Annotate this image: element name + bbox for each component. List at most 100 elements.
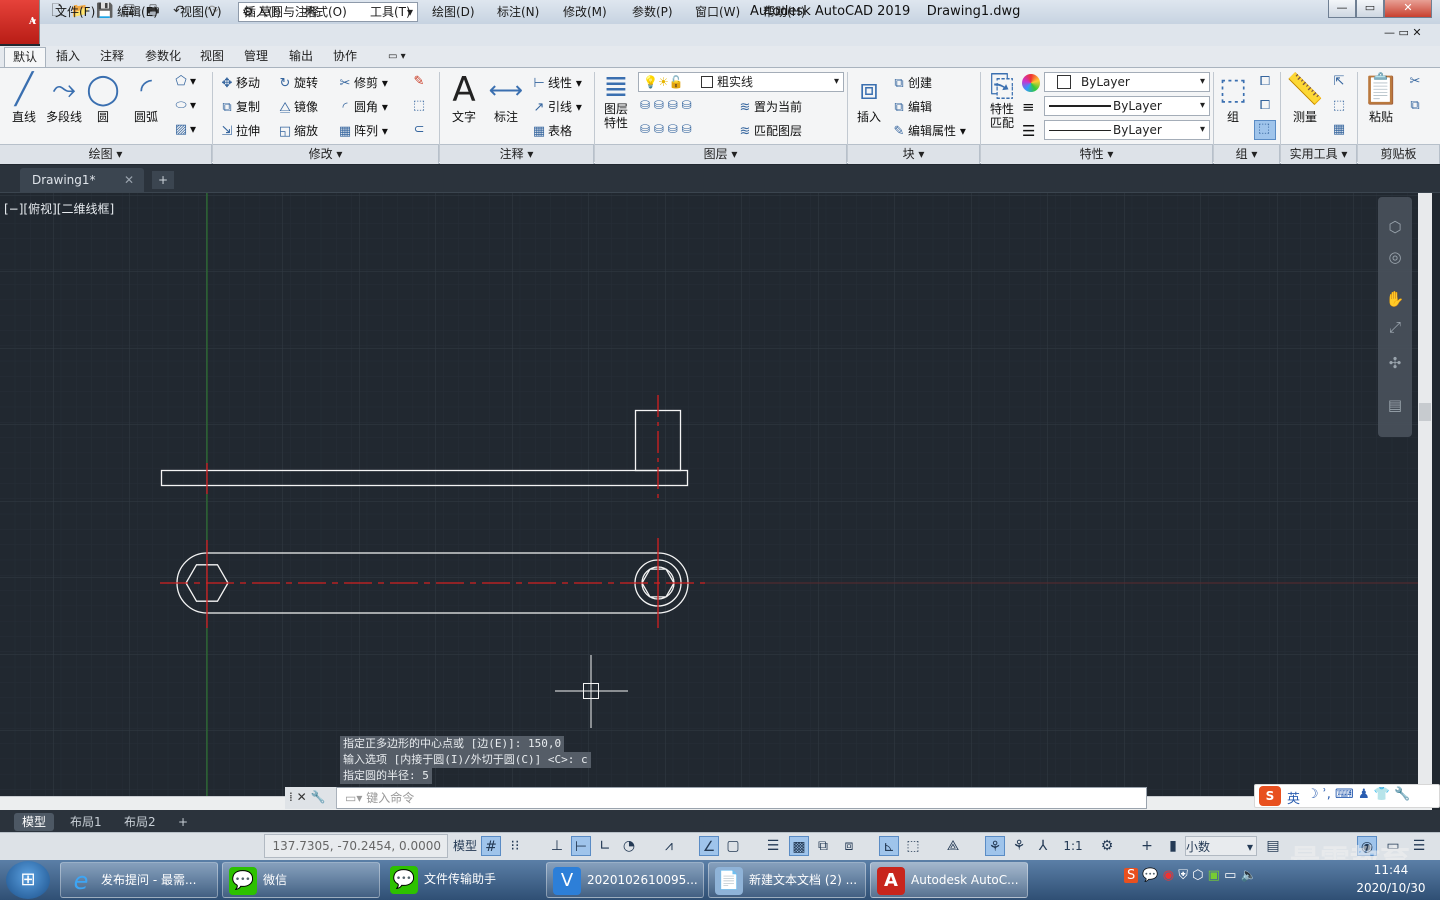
table-button[interactable]: ▦ 表格 xyxy=(530,122,572,139)
shield-icon[interactable]: ⛨ xyxy=(1178,868,1188,883)
menu-dimension[interactable]: 标注(N) xyxy=(497,3,539,20)
tab-view[interactable]: 视图 xyxy=(192,47,232,67)
orbit-icon[interactable]: ✣ xyxy=(1384,352,1406,374)
package-icon[interactable]: ⬡ xyxy=(1192,868,1203,883)
group-edit-tool[interactable]: ⧠ xyxy=(1256,98,1274,113)
units-select[interactable]: 小数 ▾ xyxy=(1185,836,1257,856)
ortho-toggle[interactable]: ∟ xyxy=(595,836,615,856)
selection-filter-toggle[interactable]: ⬚ xyxy=(903,836,923,856)
quick-properties-icon[interactable]: ▤ xyxy=(1263,836,1283,856)
calculator-tool[interactable]: ▦ xyxy=(1330,122,1348,137)
menu-view[interactable]: 视图(V) xyxy=(180,3,222,20)
copy-clip-tool[interactable]: ⧉ xyxy=(1406,98,1424,113)
panel-properties[interactable]: 特性 ▾ xyxy=(981,144,1213,164)
offset-tool[interactable]: ⊂ xyxy=(410,122,428,137)
line-button[interactable]: ╱ 直线 xyxy=(6,72,42,125)
layer-tools-row2[interactable]: ⛁ ⛁ ⛁ ⛁ xyxy=(640,122,692,136)
vertical-scroll-thumb[interactable] xyxy=(1419,403,1431,421)
text-button[interactable]: A 文字 xyxy=(446,72,482,125)
tab-parametric[interactable]: 参数化 xyxy=(137,47,189,67)
panel-clipboard[interactable]: 剪贴板 xyxy=(1358,144,1440,164)
rotate-button[interactable]: ↻ 旋转 xyxy=(276,74,318,91)
panel-annotation[interactable]: 注释 ▾ xyxy=(440,144,594,164)
taskbar-item-wechat[interactable]: 💬 微信 xyxy=(222,862,380,898)
network-icon[interactable]: ▭ xyxy=(1224,868,1236,883)
menu-edit[interactable]: 编辑(E) xyxy=(117,3,158,20)
dimension-button[interactable]: ⟷ 标注 xyxy=(486,72,526,125)
quick-select-tool[interactable]: ⇱ xyxy=(1330,74,1348,89)
tab-annotate[interactable]: 注释 xyxy=(92,47,132,67)
annotation-monitor-icon[interactable]: + xyxy=(1137,836,1157,856)
gizmo-toggle[interactable]: ⟁ xyxy=(943,836,963,856)
system-clock[interactable]: 11:44 2020/10/30 xyxy=(1346,861,1436,897)
menu-insert[interactable]: 插入(I) xyxy=(244,3,281,20)
grid-toggle[interactable]: # xyxy=(481,836,501,856)
object-snap-toggle[interactable]: ▢ xyxy=(723,836,743,856)
stretch-button[interactable]: ⇲ 拉伸 xyxy=(218,122,260,139)
tab-collaborate[interactable]: 协作 xyxy=(325,47,365,67)
add-layout-button[interactable]: + xyxy=(170,813,196,831)
polyline-button[interactable]: ⤳ 多段线 xyxy=(44,72,84,125)
selection-cycling-toggle[interactable]: ⧉ xyxy=(813,836,833,856)
panel-draw[interactable]: 绘图 ▾ xyxy=(0,144,212,164)
edit-block-button[interactable]: ⧉ 编辑 xyxy=(890,98,932,115)
ime-toolbar[interactable]: S 英 ☽ ʾ, ⌨ ♟ 👕 🔧 xyxy=(1254,784,1440,808)
transparency-toggle[interactable]: ▩ xyxy=(789,836,809,856)
tab-insert[interactable]: 插入 xyxy=(48,47,88,67)
volume-icon[interactable]: 🔈 xyxy=(1241,868,1257,883)
cut-tool[interactable]: ✂ xyxy=(1406,74,1424,89)
menu-tools[interactable]: 工具(T) xyxy=(370,3,411,20)
leader-button[interactable]: ↗ 引线 ▾ xyxy=(530,98,582,115)
layer-tools-row1[interactable]: ⛁ ⛁ ⛁ ⛁ xyxy=(640,98,692,112)
drawing-canvas[interactable] xyxy=(0,193,1420,796)
hatch-tool[interactable]: ▨ ▾ xyxy=(172,122,196,137)
tab-model[interactable]: 模型 xyxy=(14,813,55,831)
ungroup-tool[interactable]: ⧠ xyxy=(1256,74,1274,89)
customize-icon[interactable]: ☰ xyxy=(1409,836,1429,856)
close-button[interactable]: ✕ xyxy=(1384,0,1432,18)
steering-wheel-icon[interactable]: ◎ xyxy=(1384,246,1406,268)
infer-constraints-toggle[interactable]: ⊥ xyxy=(547,836,567,856)
polar-toggle[interactable]: ◔ xyxy=(619,836,639,856)
explode-tool[interactable]: ⬚ xyxy=(410,98,428,113)
menu-draw[interactable]: 绘图(D) xyxy=(432,3,475,20)
command-line-tools[interactable]: ⁞ ✕ 🔧 xyxy=(285,787,337,809)
annotation-visibility-toggle[interactable]: ⚘ xyxy=(985,836,1005,856)
polygon-tool[interactable]: ⬠ ▾ xyxy=(172,74,196,89)
3d-osnap-toggle[interactable]: ⧈ xyxy=(839,836,859,856)
zoom-icon[interactable]: ⤢ xyxy=(1384,316,1406,338)
minimize-button[interactable]: — xyxy=(1328,0,1356,18)
color-wheel-icon[interactable] xyxy=(1022,74,1040,92)
start-button[interactable]: ⊞ xyxy=(6,861,50,899)
annotation-scale-icon[interactable]: ⅄ xyxy=(1033,836,1053,856)
ime-language[interactable]: 英 xyxy=(1287,788,1300,807)
new-tab-button[interactable]: + xyxy=(152,171,174,189)
restore-button[interactable]: ▭ xyxy=(1356,0,1384,18)
snap-toggle[interactable]: ⁝⁝ xyxy=(505,836,525,856)
taskbar-item-autocad[interactable]: A Autodesk AutoC... xyxy=(870,862,1028,898)
circle-button[interactable]: ◯ 圆 xyxy=(86,72,120,125)
scale-button[interactable]: ◱ 缩放 xyxy=(276,122,318,139)
ribbon-toggle-button[interactable]: ▭ ▾ xyxy=(380,47,414,67)
layer-select[interactable]: 💡☀🔓 粗实线 ▾ xyxy=(638,72,844,92)
nvidia-icon[interactable]: ▣ xyxy=(1208,868,1220,883)
menu-modify[interactable]: 修改(M) xyxy=(563,3,607,20)
paste-button[interactable]: 📋 粘贴 xyxy=(1362,72,1400,125)
model-space-button[interactable]: 模型 xyxy=(451,836,479,856)
group-select-toggle[interactable]: ⬚ xyxy=(1254,120,1276,140)
tab-layout2[interactable]: 布局2 xyxy=(116,813,164,831)
close-icon[interactable]: ✕ xyxy=(297,790,307,804)
annotation-scale-select[interactable]: 1:1 xyxy=(1057,836,1089,856)
lineweight-toggle[interactable]: ☰ xyxy=(763,836,783,856)
menu-parametric[interactable]: 参数(P) xyxy=(632,3,673,20)
workspace-gear-icon[interactable]: ⚙ xyxy=(1097,836,1117,856)
close-icon[interactable]: ✕ xyxy=(124,168,134,192)
erase-tool[interactable]: ✎ xyxy=(410,74,428,89)
viewport-controls[interactable]: [−][俯视][二维线框] xyxy=(4,200,114,217)
dynamic-input-toggle[interactable]: ⊢ xyxy=(571,836,591,856)
taskbar-item-notepad[interactable]: 📄 新建文本文档 (2) ... xyxy=(708,862,866,898)
command-line[interactable] xyxy=(285,787,1147,809)
sogou-tray-icon[interactable]: S xyxy=(1124,868,1139,883)
panel-block[interactable]: 块 ▾ xyxy=(848,144,980,164)
copy-button[interactable]: ⧉ 复制 xyxy=(218,98,260,115)
